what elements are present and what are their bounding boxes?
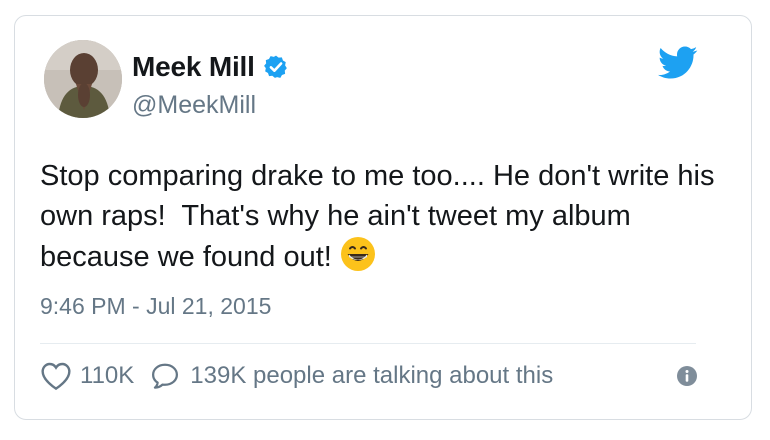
tweet-timestamp[interactable]: 9:46 PM - Jul 21, 2015 (40, 293, 271, 320)
speech-bubble-icon (150, 361, 180, 391)
like-button[interactable]: 110K (40, 361, 134, 391)
avatar[interactable] (44, 40, 122, 118)
avatar-image (44, 40, 122, 118)
like-count: 110K (80, 362, 135, 389)
author-row: Meek Mill (132, 49, 289, 85)
tweet-actions: 110K 139K people are talking about this (40, 358, 553, 394)
author-handle[interactable]: @MeekMill (132, 91, 256, 120)
grinning-face-icon (340, 236, 376, 272)
tweet-body: Stop comparing drake to me too.... He do… (40, 160, 723, 273)
author-name[interactable]: Meek Mill (132, 51, 255, 83)
verified-badge-icon (263, 54, 289, 80)
heart-icon (40, 361, 72, 391)
divider (40, 343, 696, 344)
twitter-bird-icon[interactable] (658, 46, 698, 80)
info-icon[interactable] (676, 365, 698, 387)
conversation-count: 139K people are talking about this (190, 362, 554, 389)
reply-button[interactable]: 139K people are talking about this (150, 361, 553, 391)
tweet-text: Stop comparing drake to me too.... He do… (40, 156, 740, 277)
